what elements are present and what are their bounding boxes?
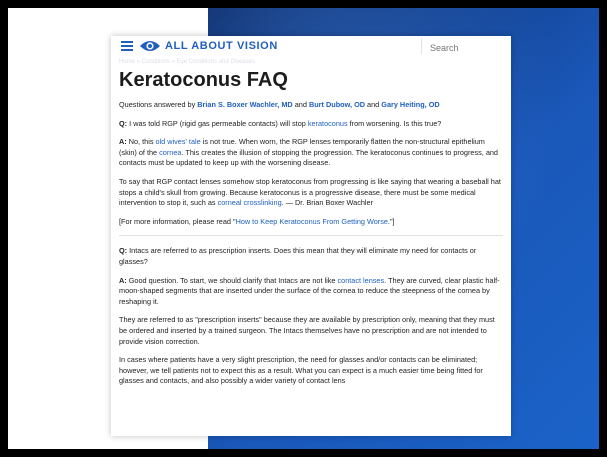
byline: Questions answered by Brian S. Boxer Wac… [119,100,503,111]
paragraph-text: . — Dr. Brian Boxer Wachler [281,198,374,208]
keratoconus-link[interactable]: keratoconus [308,119,348,128]
paragraph-text: ."] [387,216,395,226]
page-title: Keratoconus FAQ [119,69,288,91]
question-text: from worsening. Is this true? [347,118,442,128]
contact-lenses-link[interactable]: contact lenses [337,276,384,285]
paragraph-more-info: [For more information, please read "How … [119,217,503,228]
byline-prefix: Questions answered by [119,100,198,109]
answer-2: A: Good question. To start, we should cl… [119,276,503,308]
author-link-heiting[interactable]: Gary Heiting, OD [381,100,439,109]
question-label: Q: [119,246,128,256]
paragraph-slight-prescription: In cases where patients have a very slig… [119,355,483,386]
hamburger-menu-icon[interactable] [121,41,133,51]
breadcrumb: Home » Conditions » Eye Conditions and D… [119,59,256,65]
question-1: Q: I was told RGP (rigid gas permeable c… [119,119,503,130]
answer-label: A: [119,275,127,285]
article-content: Keratoconus FAQ Questions answered by Br… [119,68,503,395]
search-input[interactable] [428,40,511,56]
eye-logo-icon[interactable] [139,39,161,53]
author-link-dubow[interactable]: Burt Dubow, OD [309,100,365,109]
site-header: ALL ABOUT VISION [111,36,511,58]
corneal-crosslinking-link[interactable]: corneal crosslinking [218,198,282,207]
answer-text: Good question. To start, we should clari… [126,275,338,285]
paragraph-prescription-inserts: They are referred to as "prescription in… [119,315,495,346]
question-text: I was told RGP (rigid gas permeable cont… [127,118,308,128]
webpage-screenshot: ALL ABOUT VISION Home » Conditions » Eye… [111,36,511,436]
old-wives-tale-link[interactable]: old wives' tale [156,137,201,146]
presentation-slide: ALL ABOUT VISION Home » Conditions » Eye… [8,8,599,449]
answer-text: No, this [126,137,156,147]
author-link-boxer-wachler[interactable]: Brian S. Boxer Wachler, MD [197,100,292,109]
search-box[interactable] [421,38,511,56]
question-text: Intacs are referred to as prescription i… [119,246,477,266]
paragraph-rgp-analogy: To say that RGP contact lenses somehow s… [119,177,503,209]
site-logo-text[interactable]: ALL ABOUT VISION [165,40,278,52]
answer-1: A: No, this old wives' tale is not true.… [119,137,503,169]
byline-separator: and [365,100,382,109]
paragraph-text: [For more information, please read " [119,216,236,226]
keep-keratoconus-link[interactable]: How to Keep Keratoconus From Getting Wor… [236,217,388,226]
cornea-link[interactable]: cornea [159,148,181,157]
question-label: Q: [119,118,128,128]
answer-label: A: [119,137,127,147]
byline-separator: and [292,100,309,109]
question-2: Q: Intacs are referred to as prescriptio… [119,246,503,267]
section-divider [119,235,503,237]
